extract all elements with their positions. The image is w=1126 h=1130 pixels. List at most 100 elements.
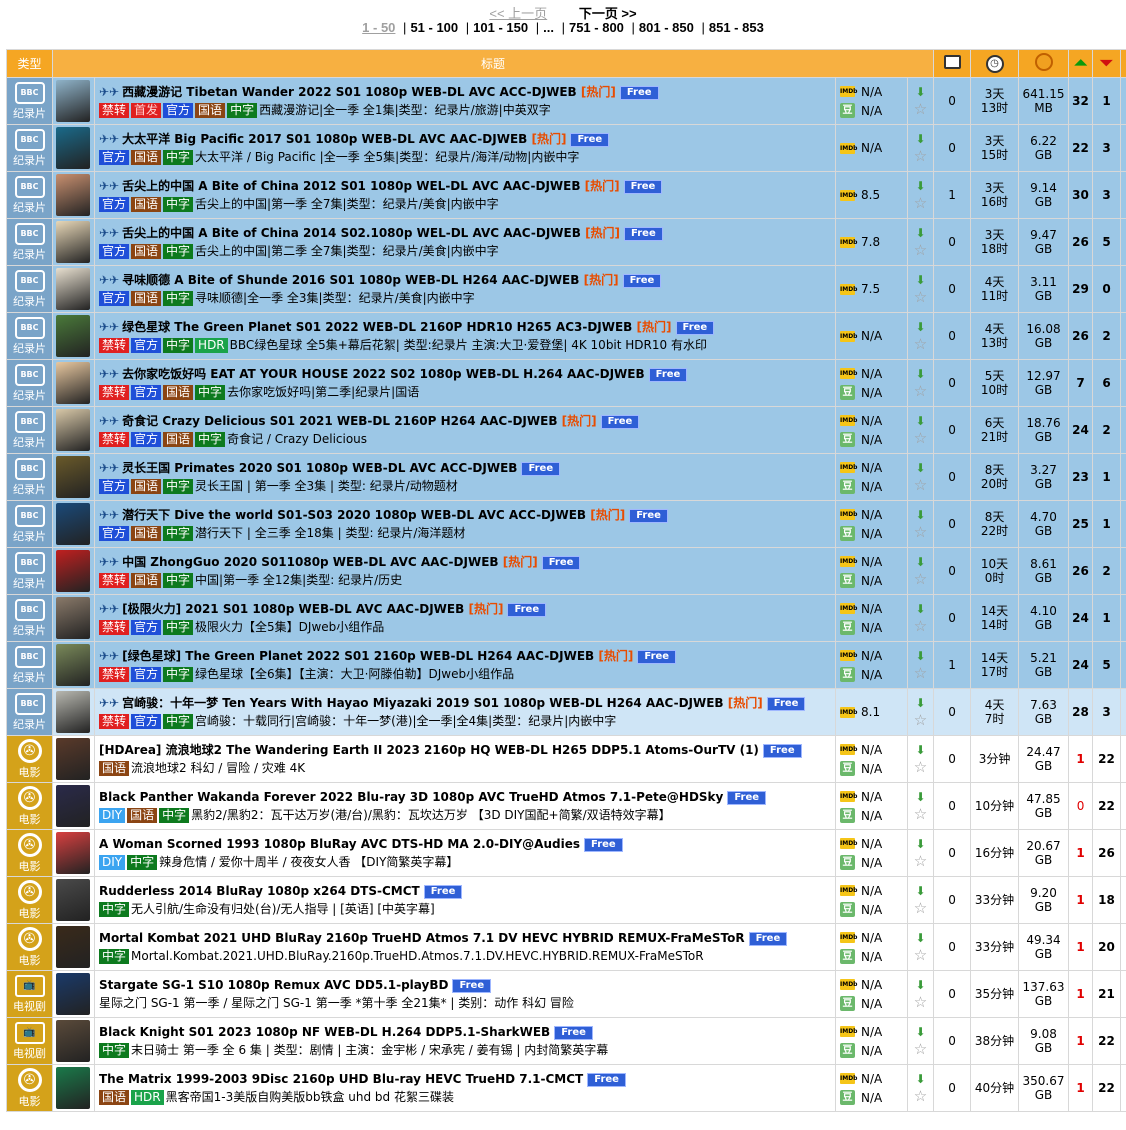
seeders-count[interactable]: 24 [1068,406,1094,454]
torrent-title-link[interactable]: [绿色星球] The Green Planet 2022 S01 2160p W… [122,649,594,663]
header-completed[interactable]: ✓ [1120,49,1126,78]
download-icon[interactable]: ⬇ [908,554,933,570]
download-icon[interactable]: ⬇ [908,1071,933,1087]
comments-count[interactable]: 0 [933,782,972,830]
douban-icon[interactable]: 豆 [840,526,855,541]
poster-image[interactable] [56,503,90,545]
poster-image[interactable] [56,597,90,639]
imdb-icon[interactable]: IMDb [840,791,857,802]
leechers-count[interactable]: 1 [1092,594,1122,642]
comments-count[interactable]: 0 [933,876,972,924]
comments-count[interactable]: 1 [933,641,972,689]
comments-count[interactable]: 0 [933,265,972,313]
completed-count[interactable]: 40 [1120,500,1126,548]
leechers-count[interactable]: 2 [1092,547,1122,595]
page-link[interactable]: 851 - 853 [709,20,764,35]
torrent-title-link[interactable]: 大太平洋 Big Pacific 2017 S01 1080p WEB-DL A… [122,132,527,146]
type-cell[interactable]: BBC 纪录片 [6,547,53,595]
comments-count[interactable]: 1 [933,171,972,219]
page-link[interactable]: 101 - 150 [473,20,528,35]
comments-count[interactable]: 0 [933,594,972,642]
imdb-icon[interactable]: IMDb [840,744,857,755]
download-icon[interactable]: ⬇ [908,930,933,946]
leechers-count[interactable]: 6 [1092,359,1122,407]
torrent-title-link[interactable]: 舌尖上的中国 A Bite of China 2014 S02.1080p WE… [122,226,581,240]
torrent-title-link[interactable]: 去你家吃饭好吗 EAT AT YOUR HOUSE 2022 S02 1080p… [122,367,645,381]
torrent-title-link[interactable]: [极限火力] 2021 S01 1080p WEB-DL AVC AAC-DJW… [122,602,464,616]
type-cell[interactable]: BBC 纪录片 [6,688,53,736]
seeders-count[interactable]: 1 [1068,735,1094,783]
douban-icon[interactable]: 豆 [840,479,855,494]
bookmark-star-icon[interactable]: ☆ [908,1087,933,1105]
type-cell[interactable]: ✇ 电影 [6,735,53,783]
bookmark-star-icon[interactable]: ☆ [908,664,933,682]
type-cell[interactable]: BBC 纪录片 [6,218,53,266]
completed-count[interactable]: 0 [1120,1064,1126,1112]
download-icon[interactable]: ⬇ [908,272,933,288]
douban-icon[interactable]: 豆 [840,808,855,823]
torrent-title-link[interactable]: Black Panther Wakanda Forever 2022 Blu-r… [99,790,723,804]
torrent-title-link[interactable]: Stargate SG-1 S10 1080p Remux AVC DD5.1-… [99,978,448,992]
completed-count[interactable]: 0 [1120,782,1126,830]
seeders-count[interactable]: 7 [1068,359,1094,407]
completed-count[interactable]: 0 [1120,970,1126,1018]
torrent-title-link[interactable]: 寻味顺德 A Bite of Shunde 2016 S01 1080p WEB… [122,273,579,287]
download-icon[interactable]: ⬇ [908,695,933,711]
torrent-title-link[interactable]: 宫崎骏：十年一梦 Ten Years With Hayao Miyazaki 2… [122,696,723,710]
douban-icon[interactable]: 豆 [840,103,855,118]
comments-count[interactable]: 0 [933,124,972,172]
leechers-count[interactable]: 20 [1092,923,1122,971]
douban-icon[interactable]: 豆 [840,667,855,682]
imdb-icon[interactable]: IMDb [840,1026,857,1037]
imdb-icon[interactable]: IMDb [840,189,857,201]
completed-count[interactable]: 0 [1120,829,1126,877]
leechers-count[interactable]: 22 [1092,1017,1122,1065]
download-icon[interactable]: ⬇ [908,366,933,382]
type-cell[interactable]: BBC 纪录片 [6,77,53,125]
leechers-count[interactable]: 2 [1092,406,1122,454]
seeders-count[interactable]: 23 [1068,453,1094,501]
header-time[interactable]: ◷ [970,49,1020,78]
seeders-count[interactable]: 30 [1068,171,1094,219]
douban-icon[interactable]: 豆 [840,949,855,964]
seeders-count[interactable]: 32 [1068,77,1094,125]
bookmark-star-icon[interactable]: ☆ [908,758,933,776]
leechers-count[interactable]: 18 [1092,876,1122,924]
bookmark-star-icon[interactable]: ☆ [908,993,933,1011]
seeders-count[interactable]: 0 [1068,782,1094,830]
page-link[interactable]: 801 - 850 [639,20,694,35]
type-cell[interactable]: BBC 纪录片 [6,641,53,689]
leechers-count[interactable]: 22 [1092,735,1122,783]
torrent-title-link[interactable]: 舌尖上的中国 A Bite of China 2012 S01 1080p WE… [122,179,580,193]
douban-icon[interactable]: 豆 [840,902,855,917]
comments-count[interactable]: 0 [933,77,972,125]
seeders-count[interactable]: 25 [1068,500,1094,548]
poster-image[interactable] [56,409,90,451]
seeders-count[interactable]: 29 [1068,265,1094,313]
bookmark-star-icon[interactable]: ☆ [908,711,933,729]
comments-count[interactable]: 0 [933,547,972,595]
type-cell[interactable]: ✇ 电影 [6,876,53,924]
type-cell[interactable]: BBC 纪录片 [6,453,53,501]
seeders-count[interactable]: 24 [1068,641,1094,689]
bookmark-star-icon[interactable]: ☆ [908,476,933,494]
type-cell[interactable]: BBC 纪录片 [6,594,53,642]
imdb-icon[interactable]: IMDb [840,330,857,342]
type-cell[interactable]: BBC 纪录片 [6,265,53,313]
download-icon[interactable]: ⬇ [908,178,933,194]
comments-count[interactable]: 0 [933,312,972,360]
bookmark-star-icon[interactable]: ☆ [908,241,933,259]
leechers-count[interactable]: 1 [1092,500,1122,548]
page-link-current[interactable]: 1 - 50 [362,20,395,35]
bookmark-star-icon[interactable]: ☆ [908,899,933,917]
seeders-count[interactable]: 1 [1068,923,1094,971]
imdb-icon[interactable]: IMDb [840,838,857,849]
download-icon[interactable]: ⬇ [908,648,933,664]
imdb-icon[interactable]: IMDb [840,368,857,379]
leechers-count[interactable]: 21 [1092,970,1122,1018]
imdb-icon[interactable]: IMDb [840,509,857,520]
header-comments[interactable] [933,49,972,78]
download-icon[interactable]: ⬇ [908,836,933,852]
poster-image[interactable] [56,456,90,498]
completed-count[interactable]: 48 [1120,594,1126,642]
